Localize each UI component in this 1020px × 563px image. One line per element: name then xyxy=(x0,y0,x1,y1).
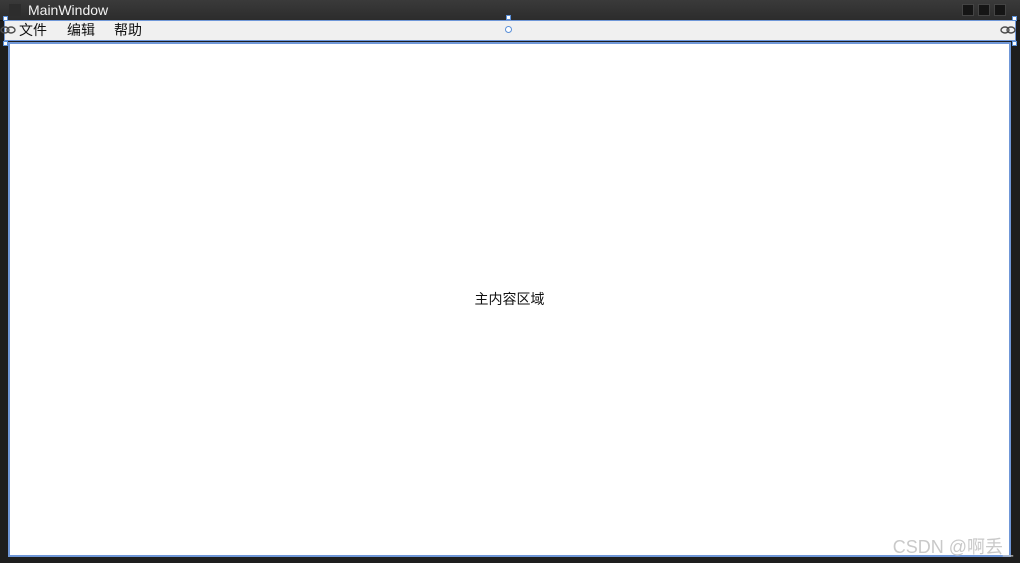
link-icon[interactable] xyxy=(1000,24,1016,36)
resize-handle-top-right[interactable] xyxy=(1012,16,1017,21)
menu-help[interactable]: 帮助 xyxy=(114,23,142,40)
maximize-button[interactable] xyxy=(978,4,990,16)
resize-handle-top-center[interactable] xyxy=(506,15,511,20)
watermark: CSDN @啊丢_ xyxy=(892,537,1013,557)
menu-file[interactable]: 文件 xyxy=(19,23,47,40)
close-button[interactable] xyxy=(994,4,1006,16)
window-title: MainWindow xyxy=(28,2,109,18)
content-label: 主内容区域 xyxy=(474,292,545,308)
app-icon xyxy=(9,4,21,16)
resize-handle-bottom-right[interactable] xyxy=(1012,41,1017,46)
anchor-handle[interactable] xyxy=(505,26,512,33)
link-icon[interactable] xyxy=(0,24,16,36)
minimize-button[interactable] xyxy=(962,4,974,16)
resize-handle-top-left[interactable] xyxy=(3,16,8,21)
menu-edit[interactable]: 编辑 xyxy=(67,23,95,40)
main-content-area: 主内容区域 xyxy=(8,42,1011,557)
